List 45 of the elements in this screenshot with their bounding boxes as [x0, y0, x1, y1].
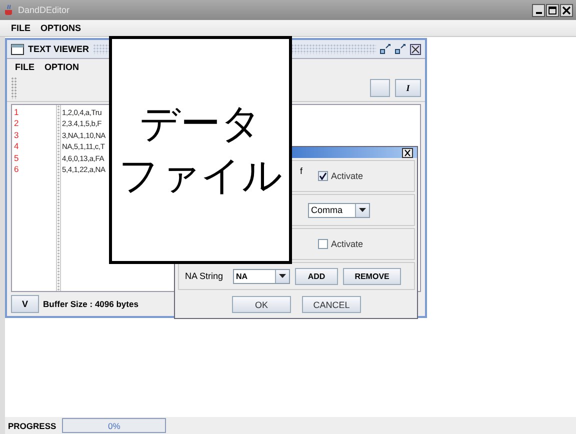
menu-item[interactable]: OPTION — [44, 62, 80, 72]
close-icon — [562, 6, 571, 14]
activate-checkbox[interactable]: Activate — [318, 171, 410, 181]
action-button[interactable]: REMOVE — [343, 268, 402, 284]
buffer-size-label: Buffer Size : 4096 bytes — [43, 299, 138, 309]
progress-reading: 0% — [108, 420, 120, 430]
caret-icon — [359, 208, 366, 212]
restore-icon[interactable] — [380, 44, 391, 54]
minimize-button[interactable] — [532, 4, 545, 16]
separator-dropdown[interactable]: Comma — [308, 202, 370, 218]
maximize-button[interactable] — [546, 4, 559, 16]
italic-button[interactable]: I — [395, 78, 421, 96]
menu-item[interactable]: FILE — [15, 62, 34, 72]
window-icon — [11, 44, 24, 54]
callout-text: ファイル — [118, 152, 282, 200]
line-number: 2 — [14, 118, 20, 130]
progress-label: PROGRESS — [8, 420, 56, 430]
option-label: f — [300, 166, 303, 176]
line-number: 1 — [14, 107, 20, 118]
na-string-label: NA String — [184, 271, 224, 281]
dialog-button[interactable]: CANCEL — [302, 296, 361, 313]
activate-checkbox[interactable]: Activate — [318, 239, 410, 249]
check-icon — [319, 172, 327, 180]
cup-icon — [3, 4, 15, 16]
minimize-icon — [536, 12, 542, 14]
toolbar-grip[interactable] — [11, 76, 17, 98]
caret-icon — [279, 274, 286, 278]
na-string-dropdown[interactable]: NA — [233, 268, 290, 284]
view-button[interactable]: V — [11, 295, 39, 313]
close-icon[interactable] — [402, 148, 413, 158]
callout-text: データ — [140, 100, 262, 148]
menu-item[interactable]: FILE — [11, 23, 30, 33]
line-number: 5 — [14, 152, 20, 164]
window-title: TEXT VIEWER — [28, 44, 90, 54]
close-button[interactable] — [560, 4, 573, 16]
line-number: 6 — [14, 164, 20, 176]
action-button[interactable]: ADD — [295, 268, 338, 284]
maximize-icon[interactable] — [395, 44, 406, 54]
close-icon[interactable] — [410, 44, 421, 54]
dialog-button[interactable]: OK — [232, 296, 291, 313]
line-number: 3 — [14, 130, 20, 142]
maximize-icon — [548, 6, 557, 14]
menu-item[interactable]: OPTIONS — [40, 23, 82, 33]
line-number: 4 — [14, 141, 20, 153]
window-title: DandDEditor — [18, 5, 70, 15]
